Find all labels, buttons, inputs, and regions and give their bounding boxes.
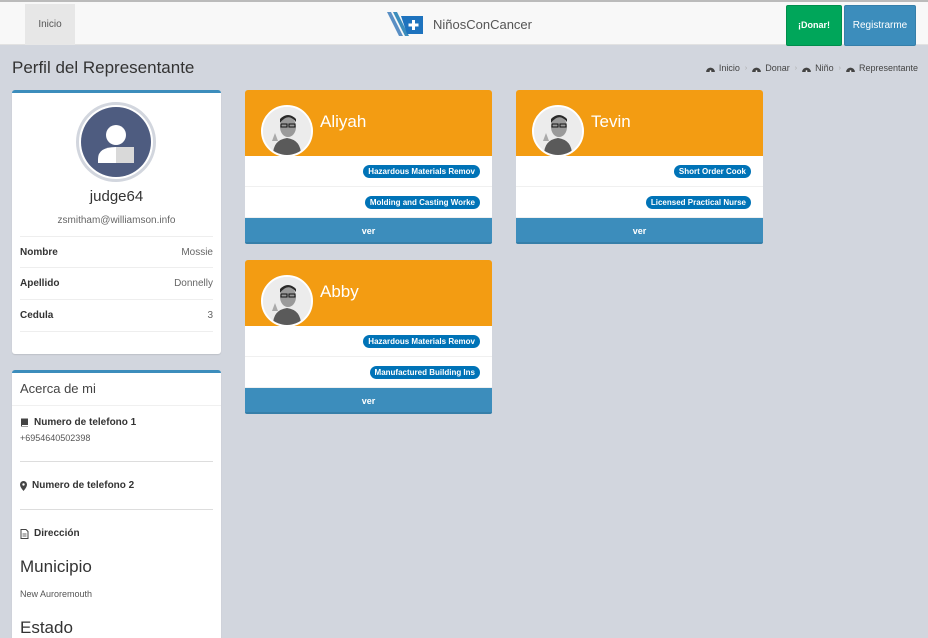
register-button[interactable]: Registrarme xyxy=(844,5,916,46)
job-row: Licensed Practical Nurse xyxy=(516,187,763,218)
address-label: Dirección xyxy=(20,528,80,539)
child-name: Abby xyxy=(320,282,359,301)
job-badge: Hazardous Materials Remov xyxy=(363,334,480,348)
job-badge: Hazardous Materials Remov xyxy=(363,164,480,178)
breadcrumb-item-donar[interactable]: Donar xyxy=(752,63,790,73)
phone2-label: Numero de telefono 2 xyxy=(20,480,134,491)
profile-username: judge64 xyxy=(89,188,144,205)
breadcrumb-label: Representante xyxy=(858,63,918,73)
child-card-header: Tevin xyxy=(516,90,763,157)
donate-button[interactable]: ¡Donar! xyxy=(786,5,842,46)
child-name: Aliyah xyxy=(320,112,367,131)
view-child-button[interactable]: ver xyxy=(245,388,492,414)
profile-field-row: Cedula 3 xyxy=(20,300,213,332)
person-photo-icon xyxy=(263,107,311,155)
child-photo xyxy=(261,275,313,327)
brand-name: NiñosConCancer xyxy=(433,16,532,32)
estado-label: Estado xyxy=(20,618,73,637)
dashboard-icon xyxy=(802,67,811,72)
breadcrumb-label: Inicio xyxy=(718,63,740,73)
job-row: Molding and Casting Worke xyxy=(245,187,492,218)
profile-field-list: Nombre Mossie Apellido Donnelly Cedula 3 xyxy=(20,236,213,332)
job-badge: Licensed Practical Nurse xyxy=(645,195,751,209)
breadcrumb-item-representante: Representante xyxy=(846,63,918,73)
child-card-header: Abby xyxy=(245,260,492,327)
profile-field-row: Apellido Donnelly xyxy=(20,268,213,300)
breadcrumb-label: Niño xyxy=(815,63,834,73)
avatar xyxy=(76,102,156,182)
child-name: Tevin xyxy=(591,112,631,131)
field-label: Nombre xyxy=(20,246,58,258)
breadcrumb-item-inicio[interactable]: Inicio xyxy=(706,63,740,73)
child-card-body: Hazardous Materials Remov Manufactured B… xyxy=(245,326,492,388)
breadcrumb-separator: › xyxy=(744,64,748,72)
dashboard-icon xyxy=(706,67,715,72)
profile-box: judge64 zsmitham@williamson.info Nombre … xyxy=(12,90,221,354)
municipio-value: New Auroremouth xyxy=(20,589,93,599)
child-card: Aliyah Hazardous Materials Remov Molding… xyxy=(245,90,492,244)
child-card: Tevin Short Order Cook Licensed Practica… xyxy=(516,90,763,244)
map-marker-icon xyxy=(20,480,27,491)
field-label: Apellido xyxy=(20,278,60,289)
child-photo xyxy=(532,105,584,157)
phone1-label: Numero de telefono 1 xyxy=(20,417,136,428)
brand[interactable]: NiñosConCancer xyxy=(385,10,532,38)
about-title: Acerca de mi xyxy=(20,381,96,396)
breadcrumb-separator: › xyxy=(838,64,841,72)
user-silhouette-icon xyxy=(98,125,134,163)
person-photo-icon xyxy=(534,107,582,155)
divider xyxy=(20,509,213,510)
about-box: Acerca de mi Numero de telefono 1 +69546… xyxy=(12,370,221,638)
job-row: Short Order Cook xyxy=(516,156,763,187)
phone1-value: +6954640502398 xyxy=(20,433,91,443)
child-card: Abby Hazardous Materials Remov Manufactu… xyxy=(245,260,492,414)
breadcrumb: Inicio › Donar › Niño › Representante xyxy=(706,63,918,73)
field-value: Mossie xyxy=(181,246,213,258)
view-child-button[interactable]: ver xyxy=(245,218,492,244)
page-title: Perfil del Representante xyxy=(12,58,195,77)
divider xyxy=(20,461,213,462)
breadcrumb-label: Donar xyxy=(765,63,790,73)
dashboard-icon xyxy=(752,67,762,72)
profile-field-row: Nombre Mossie xyxy=(20,236,213,268)
breadcrumb-separator: › xyxy=(794,64,798,72)
person-photo-icon xyxy=(263,277,311,325)
file-icon xyxy=(20,528,29,539)
dashboard-icon xyxy=(846,67,855,72)
breadcrumb-item-nino[interactable]: Niño xyxy=(802,63,834,73)
job-row: Hazardous Materials Remov xyxy=(245,326,492,357)
child-card-body: Short Order Cook Licensed Practical Nurs… xyxy=(516,156,763,218)
top-navbar: Inicio NiñosConCancer ¡Donar! Registrarm… xyxy=(0,0,928,46)
profile-email: zsmitham@williamson.info xyxy=(57,215,176,226)
municipio-label: Municipio xyxy=(20,557,92,576)
field-value: Donnelly xyxy=(174,278,213,289)
child-photo xyxy=(261,105,313,157)
job-badge: Molding and Casting Worke xyxy=(364,195,480,209)
job-row: Manufactured Building Ins xyxy=(245,357,492,388)
divider xyxy=(12,405,221,406)
job-badge: Short Order Cook xyxy=(673,164,751,178)
brand-logo-icon xyxy=(387,12,423,36)
child-card-body: Hazardous Materials Remov Molding and Ca… xyxy=(245,156,492,218)
job-badge: Manufactured Building Ins xyxy=(369,365,480,379)
field-label: Cedula xyxy=(20,310,54,321)
view-child-button[interactable]: ver xyxy=(516,218,763,244)
job-row: Hazardous Materials Remov xyxy=(245,156,492,187)
child-card-header: Aliyah xyxy=(245,90,492,157)
book-icon xyxy=(21,418,28,427)
field-value: 3 xyxy=(207,310,213,321)
nav-home-link[interactable]: Inicio xyxy=(25,4,75,45)
